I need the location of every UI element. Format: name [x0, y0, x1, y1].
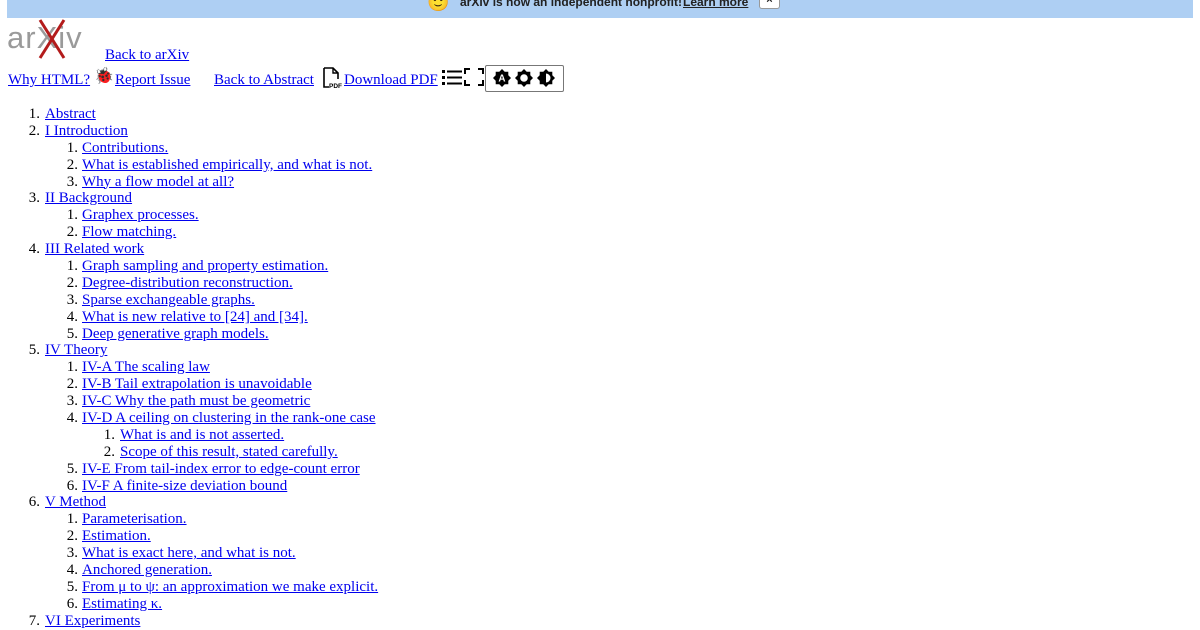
toc-item-number: 1. [103, 426, 115, 443]
toc-item-number: 5. [66, 325, 78, 342]
toc-link[interactable]: Degree-distribution reconstruction. [82, 275, 293, 292]
download-pdf-link[interactable]: Download PDF [344, 72, 438, 89]
toc-item-number: 5. [66, 460, 78, 477]
toc-link[interactable]: IV-C Why the path must be geometric [82, 393, 310, 410]
toc-item-number: 1. [66, 258, 78, 275]
toc-item-number: 6. [66, 595, 78, 612]
toc-link[interactable]: III Related work [45, 241, 144, 258]
banner-message: arXiv is now an independent nonprofit! [460, 0, 683, 9]
theme-auto-icon[interactable]: A [493, 69, 511, 87]
toc-link[interactable]: Abstract [45, 106, 96, 123]
toc-link[interactable]: IV-F A finite-size deviation bound [82, 478, 287, 495]
toc-link[interactable]: IV Theory [45, 342, 107, 359]
toc-link[interactable]: What is new relative to [24] and [34]. [82, 309, 308, 326]
toc-item-number: 3. [66, 545, 78, 562]
expand-icon[interactable] [464, 68, 484, 86]
toc-link[interactable]: IV-B Tail extrapolation is unavoidable [82, 376, 312, 393]
toc-link[interactable]: Estimation. [82, 528, 151, 545]
theme-light-icon[interactable] [515, 69, 533, 87]
toc-item-number: 2. [66, 224, 78, 241]
toc-item-number: 2. [103, 443, 115, 460]
toc-link[interactable]: IV-D A ceiling on clustering in the rank… [82, 410, 376, 427]
toc-item-number: 2. [28, 122, 40, 139]
toc-item-number: 2. [66, 156, 78, 173]
theme-dark-icon[interactable] [537, 69, 555, 87]
toc-item-number: 1. [66, 359, 78, 376]
toc-item-number: 5. [28, 342, 40, 359]
back-to-abstract-link[interactable]: Back to Abstract [214, 72, 314, 89]
toc-link[interactable]: Why a flow model at all? [82, 174, 234, 191]
toc-link[interactable]: Anchored generation. [82, 562, 212, 579]
why-html-link[interactable]: Why HTML? [8, 72, 90, 89]
toc-link[interactable]: Contributions. [82, 140, 168, 157]
toc-item-number: 4. [66, 308, 78, 325]
toc-link[interactable]: IV-A The scaling law [82, 359, 210, 376]
toc-link[interactable]: What is and is not asserted. [120, 427, 284, 444]
toc-item-number: 3. [66, 291, 78, 308]
toc-item-number: 1. [28, 106, 40, 122]
toc-item-number: 5. [66, 578, 78, 595]
report-issue-link[interactable]: Report Issue [115, 72, 190, 89]
toc-item-number: 4. [66, 410, 78, 427]
toc-link[interactable]: From μ to ψ: an approximation we make ex… [82, 579, 378, 596]
toc-item-number: 7. [28, 612, 40, 629]
toc-link[interactable]: Flow matching. [82, 224, 176, 241]
toc-link[interactable]: Deep generative graph models. [82, 326, 269, 343]
theme-toggle-group: A [485, 65, 564, 92]
toc-link[interactable]: Estimating κ. [82, 596, 162, 613]
toc-item-number: 2. [66, 528, 78, 545]
pdf-icon[interactable]: PDF [321, 67, 343, 89]
announcement-banner: 🙂 arXiv is now an independent nonprofit!… [7, 0, 1193, 18]
toc-item-number: 6. [28, 494, 40, 511]
back-to-arxiv-link[interactable]: Back to arXiv [105, 47, 189, 64]
close-banner-button[interactable]: × [759, 0, 780, 9]
toc-item-number: 3. [28, 190, 40, 207]
toc-item-number: 1. [66, 139, 78, 156]
toc-item-number: 3. [66, 173, 78, 190]
toc-icon[interactable] [442, 68, 462, 86]
toc-item-number: 6. [66, 477, 78, 494]
toc-link[interactable]: Scope of this result, stated carefully. [120, 444, 338, 461]
toc-item-number: 3. [66, 393, 78, 410]
learn-more-link[interactable]: Learn more [683, 0, 748, 9]
toc-link[interactable]: Parameterisation. [82, 511, 187, 528]
svg-text:PDF: PDF [329, 83, 342, 89]
toc-link[interactable]: V Method [45, 494, 106, 511]
toc-item-number: 4. [28, 241, 40, 258]
svg-text:A: A [498, 74, 505, 85]
toc-link[interactable]: What is exact here, and what is not. [82, 545, 296, 562]
toc-item-number: 1. [66, 511, 78, 528]
toc-link[interactable]: IV-E From tail-index error to edge-count… [82, 461, 360, 478]
toc-item-number: 2. [66, 274, 78, 291]
toc-link[interactable]: VI Experiments [45, 613, 140, 630]
toc-item-number: 1. [66, 207, 78, 224]
toc-link[interactable]: What is established empirically, and wha… [82, 157, 372, 174]
toc-link[interactable]: I Introduction [45, 123, 128, 140]
toc-link[interactable]: II Background [45, 190, 132, 207]
toc-item-number: 2. [66, 376, 78, 393]
toc-item-number: 4. [66, 562, 78, 579]
toc-link[interactable]: Graph sampling and property estimation. [82, 258, 328, 275]
bug-icon[interactable]: 🐞 [94, 66, 114, 86]
toc-link[interactable]: Sparse exchangeable graphs. [82, 292, 255, 309]
arxiv-logo[interactable]: arXiv [7, 18, 103, 60]
toc-link[interactable]: Graphex processes. [82, 207, 199, 224]
smiley-icon: 🙂 [427, 0, 450, 12]
